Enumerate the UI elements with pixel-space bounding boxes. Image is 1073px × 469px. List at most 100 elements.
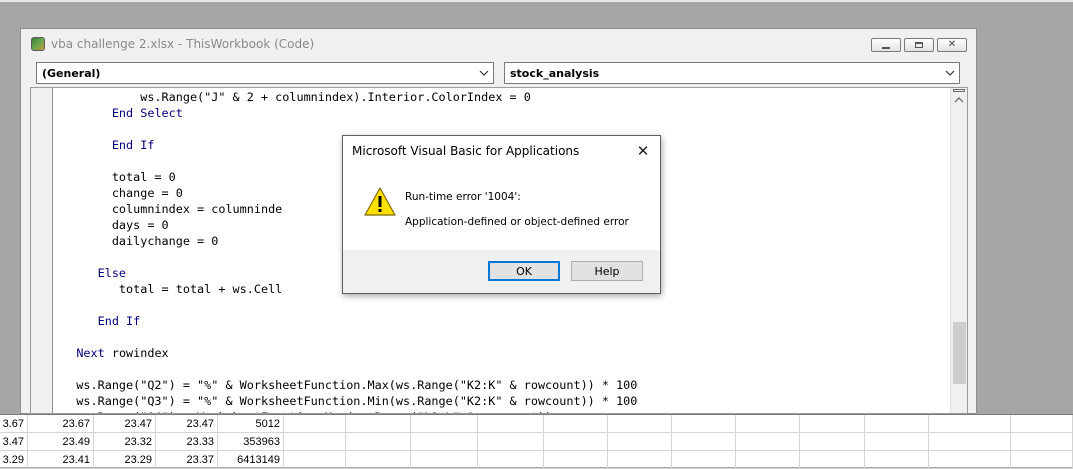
table-row: 3.47 23.49 23.32 23.33 353963 xyxy=(0,433,1073,451)
sheet-cell[interactable] xyxy=(346,451,411,469)
sheet-cell[interactable] xyxy=(544,451,608,469)
sheet-cell[interactable] xyxy=(1011,433,1073,451)
code-line[interactable] xyxy=(55,361,949,377)
sheet-cell[interactable] xyxy=(800,415,865,433)
maximize-icon xyxy=(915,42,923,48)
code-line[interactable] xyxy=(55,329,949,345)
chevron-down-icon[interactable] xyxy=(475,63,493,83)
sheet-cell[interactable] xyxy=(800,433,865,451)
sheet-cell[interactable] xyxy=(411,451,478,469)
code-line[interactable] xyxy=(55,297,949,313)
sheet-cell[interactable] xyxy=(929,415,1011,433)
runtime-error-dialog: Microsoft Visual Basic for Applications … xyxy=(342,135,661,294)
sheet-cell[interactable] xyxy=(608,433,672,451)
sheet-cell[interactable]: 23.47 xyxy=(94,415,156,433)
sheet-cell[interactable] xyxy=(544,415,608,433)
minimize-icon xyxy=(882,46,890,49)
table-row: 3.29 23.41 23.29 23.37 6413149 xyxy=(0,451,1073,469)
error-description-text: Application-defined or object-defined er… xyxy=(405,216,629,228)
sheet-cell[interactable] xyxy=(672,433,736,451)
vba-keyword: Next xyxy=(76,346,105,360)
title-bar[interactable]: vba challenge 2.xlsx - ThisWorkbook (Cod… xyxy=(21,29,976,59)
sheet-cell[interactable] xyxy=(478,415,544,433)
sheet-cell[interactable] xyxy=(929,433,1011,451)
breakpoint-margin[interactable] xyxy=(31,88,53,413)
sheet-cell[interactable] xyxy=(1011,415,1073,433)
error-code-text: Run-time error '1004': xyxy=(405,191,521,203)
sheet-cell[interactable] xyxy=(672,451,736,469)
chevron-down-icon[interactable] xyxy=(941,63,959,83)
sheet-cell[interactable]: 23.37 xyxy=(156,451,218,469)
scroll-thumb[interactable] xyxy=(953,322,966,384)
maximize-button[interactable] xyxy=(904,38,934,52)
sheet-cell[interactable] xyxy=(865,451,929,469)
object-dropdown[interactable]: (General) xyxy=(36,62,494,84)
sheet-cell[interactable] xyxy=(736,451,800,469)
split-bar-handle[interactable] xyxy=(953,89,965,92)
sheet-cell[interactable] xyxy=(736,433,800,451)
sheet-cell[interactable]: 5012 xyxy=(218,415,284,433)
sheet-cell[interactable] xyxy=(284,433,346,451)
sheet-cell[interactable] xyxy=(346,415,411,433)
sheet-cell[interactable] xyxy=(478,433,544,451)
sheet-cell[interactable]: 23.49 xyxy=(28,433,94,451)
vba-keyword: End If xyxy=(97,314,141,328)
sheet-cell[interactable] xyxy=(865,415,929,433)
code-line[interactable]: Next rowindex xyxy=(55,345,949,361)
sheet-cell[interactable]: 23.33 xyxy=(156,433,218,451)
sheet-cell[interactable] xyxy=(865,433,929,451)
sheet-cell[interactable]: 6413149 xyxy=(218,451,284,469)
sheet-cell[interactable] xyxy=(346,433,411,451)
scroll-up-icon[interactable] xyxy=(954,95,964,106)
sheet-cell[interactable] xyxy=(608,451,672,469)
vba-keyword: End If xyxy=(111,138,155,152)
code-line[interactable]: End If xyxy=(55,313,949,329)
sheet-cell[interactable] xyxy=(672,415,736,433)
sheet-cell[interactable] xyxy=(544,433,608,451)
close-icon: ✕ xyxy=(636,142,650,160)
screen-top-strip xyxy=(0,0,1073,2)
window-controls: ✕ xyxy=(871,38,967,52)
window-title: vba challenge 2.xlsx - ThisWorkbook (Cod… xyxy=(51,37,315,51)
code-line[interactable]: ws.Range("Q2") = "%" & WorksheetFunction… xyxy=(55,377,949,393)
object-dropdown-value: (General) xyxy=(42,66,101,80)
sheet-cell[interactable] xyxy=(284,415,346,433)
procedure-dropdown[interactable]: stock_analysis xyxy=(504,62,960,84)
sheet-cell[interactable]: 23.41 xyxy=(28,451,94,469)
worksheet-grid[interactable]: 3.67 23.67 23.47 23.47 5012 3.47 23.49 23.32 23.… xyxy=(0,414,1073,469)
vba-keyword: End Select xyxy=(111,106,183,120)
sheet-cell[interactable]: 23.67 xyxy=(28,415,94,433)
sheet-cell[interactable]: 23.32 xyxy=(94,433,156,451)
sheet-cell[interactable] xyxy=(478,451,544,469)
sheet-cell[interactable]: 3.67 xyxy=(0,415,28,433)
sheet-cell[interactable] xyxy=(411,415,478,433)
sheet-cell[interactable] xyxy=(800,451,865,469)
sheet-cell[interactable] xyxy=(411,433,478,451)
table-row: 3.67 23.67 23.47 23.47 5012 xyxy=(0,415,1073,433)
code-line[interactable]: End Select xyxy=(55,105,949,121)
sheet-cell[interactable]: 3.29 xyxy=(0,451,28,469)
close-icon: ✕ xyxy=(947,39,957,50)
sheet-cell[interactable] xyxy=(284,451,346,469)
warning-icon xyxy=(364,187,396,216)
code-line[interactable]: ws.Range("Q3") = "%" & WorksheetFunction… xyxy=(55,393,949,409)
ok-button[interactable]: OK xyxy=(488,261,560,281)
sheet-cell[interactable]: 23.29 xyxy=(94,451,156,469)
sheet-cell[interactable]: 23.47 xyxy=(156,415,218,433)
dialog-button-bar: OK Help xyxy=(343,250,660,293)
sheet-cell[interactable] xyxy=(929,451,1011,469)
vba-project-icon xyxy=(31,37,45,51)
help-button[interactable]: Help xyxy=(571,261,643,281)
sheet-cell[interactable]: 3.47 xyxy=(0,433,28,451)
dialog-title: Microsoft Visual Basic for Applications xyxy=(352,144,580,158)
vertical-scrollbar[interactable] xyxy=(950,88,967,413)
minimize-button[interactable] xyxy=(871,38,901,52)
code-line[interactable]: ws.Range("J" & 2 + columnindex).Interior… xyxy=(55,89,949,105)
sheet-cell[interactable] xyxy=(1011,451,1073,469)
dialog-close-button[interactable]: ✕ xyxy=(634,142,652,160)
sheet-cell[interactable] xyxy=(608,415,672,433)
procedure-dropdown-value: stock_analysis xyxy=(510,66,600,80)
sheet-cell[interactable]: 353963 xyxy=(218,433,284,451)
close-window-button[interactable]: ✕ xyxy=(937,38,967,52)
sheet-cell[interactable] xyxy=(736,415,800,433)
